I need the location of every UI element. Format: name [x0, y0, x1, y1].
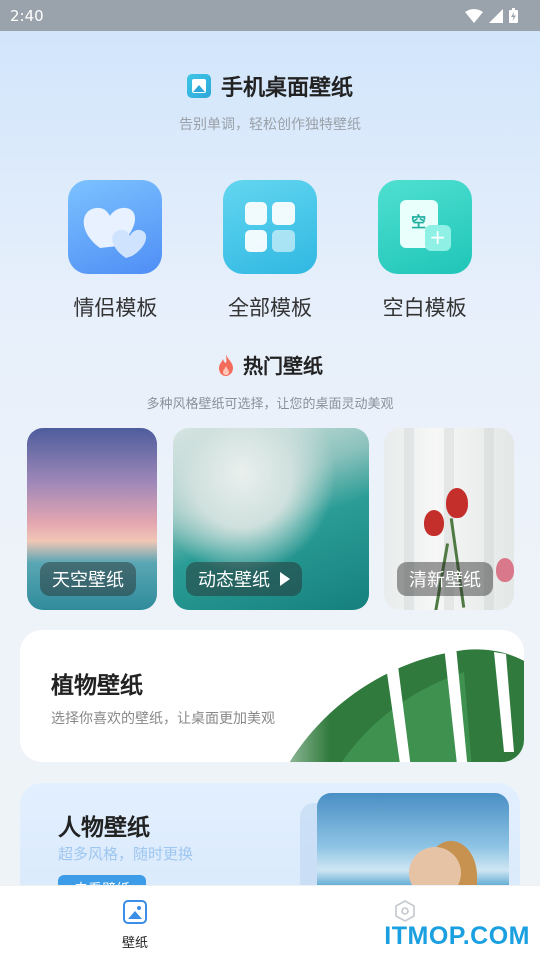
blank-doc-icon: 空 + — [377, 180, 472, 274]
card-label-text: 动态壁纸 — [198, 570, 270, 591]
app-logo-icon — [186, 74, 211, 98]
image-icon — [123, 900, 147, 924]
hot-subtitle: 多种风格壁纸可选择，让您的桌面灵动美观 — [146, 397, 394, 412]
hot-section-header: 热门壁纸 多种风格壁纸可选择，让您的桌面灵动美观 — [0, 350, 540, 412]
template-couple[interactable]: 情侣模板 — [55, 180, 175, 322]
plant-wallpaper-card[interactable]: 植物壁纸 选择你喜欢的壁纸，让桌面更加美观 — [20, 630, 524, 762]
hot-title: 热门壁纸 — [243, 354, 323, 378]
template-label: 全部模板 — [227, 296, 312, 320]
plant-card-subtitle: 选择你喜欢的壁纸，让桌面更加美观 — [51, 711, 275, 727]
page-title: 手机桌面壁纸 — [220, 76, 353, 101]
settings-hexagon-icon — [395, 900, 415, 922]
template-label: 空白模板 — [382, 296, 467, 320]
people-card-subtitle: 超多风格，随时更换 — [58, 845, 194, 863]
status-bar: 2:40 — [0, 0, 540, 31]
tulip-flower — [496, 558, 514, 582]
tab-wallpaper[interactable]: 壁纸 — [95, 900, 175, 951]
status-icons — [465, 8, 518, 23]
play-icon — [280, 572, 290, 586]
signal-icon — [489, 8, 503, 23]
plus-icon: + — [424, 225, 451, 251]
dynamic-wallpaper-card[interactable]: 动态壁纸 — [173, 428, 369, 610]
card-label: 清新壁纸 — [397, 562, 493, 596]
tulip-flower — [424, 510, 444, 536]
plant-card-title: 植物壁纸 — [51, 673, 143, 699]
page-subtitle: 告别单调，轻松创作独特壁纸 — [179, 117, 361, 133]
card-label: 天空壁纸 — [40, 562, 136, 596]
grid-icon — [222, 180, 317, 274]
sky-wallpaper-card[interactable]: 天空壁纸 — [27, 428, 157, 610]
card-label: 动态壁纸 — [186, 562, 302, 596]
battery-icon — [509, 8, 518, 23]
template-row: 情侣模板 全部模板 空 + 空白模板 — [0, 180, 540, 322]
template-blank[interactable]: 空 + 空白模板 — [365, 180, 485, 322]
template-label: 情侣模板 — [73, 296, 158, 320]
template-all[interactable]: 全部模板 — [210, 180, 330, 322]
card-label-text: 天空壁纸 — [52, 570, 124, 591]
app-header: 手机桌面壁纸 告别单调，轻松创作独特壁纸 — [0, 70, 540, 134]
watermark-text: ITMOP.COM — [384, 922, 530, 950]
tulip-flower — [446, 488, 468, 518]
tab-label: 壁纸 — [121, 936, 148, 951]
card-label-text: 清新壁纸 — [409, 570, 481, 591]
people-card-title: 人物壁纸 — [58, 815, 150, 841]
hearts-icon — [68, 180, 163, 274]
fresh-wallpaper-card[interactable]: 清新壁纸 — [384, 428, 514, 610]
status-time: 2:40 — [10, 6, 44, 25]
wifi-icon — [465, 8, 483, 23]
fire-icon — [219, 353, 233, 376]
